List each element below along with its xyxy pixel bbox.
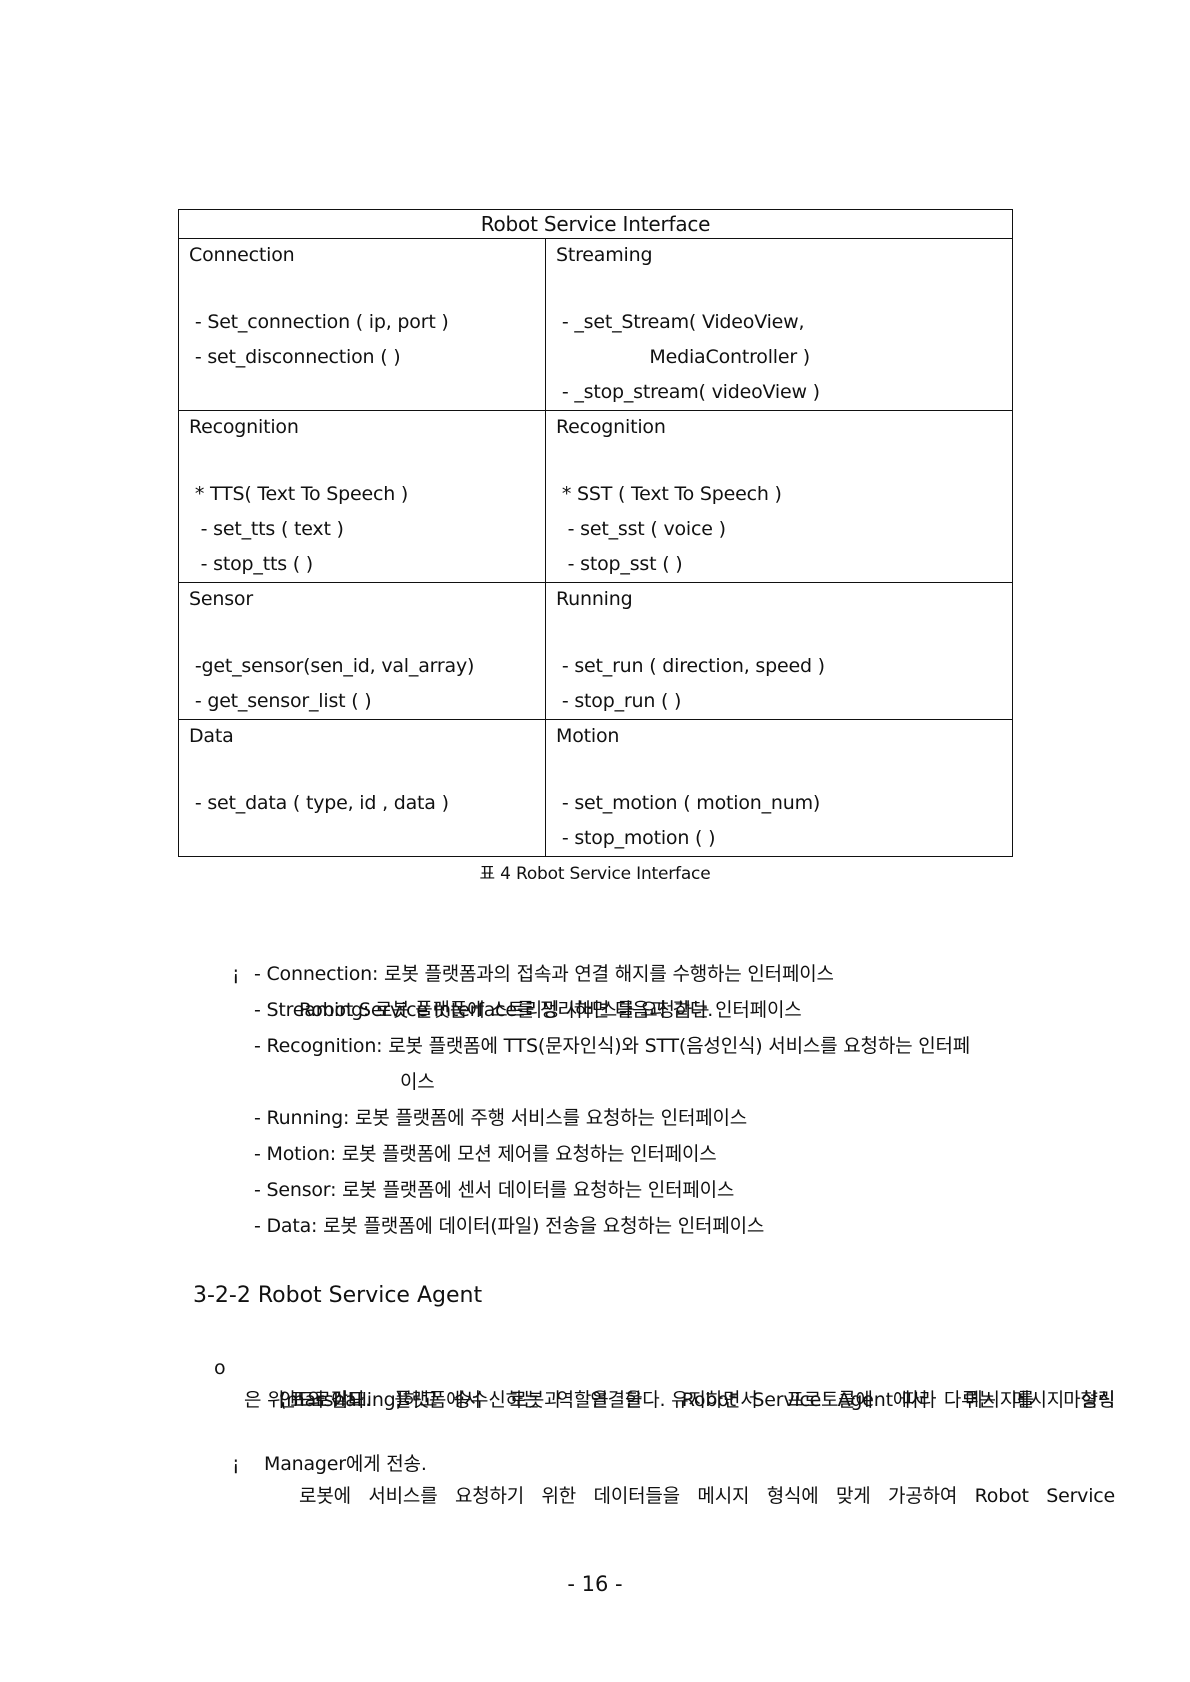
cell-title: Motion [556, 725, 620, 747]
table-row: Data - set_data ( type, id , data ) Moti… [178, 719, 1013, 857]
cell-title: Connection [189, 244, 295, 266]
list-item: - Motion: 로봇 플랫폼에 모션 제어를 요청하는 인터페이스 [254, 1143, 717, 1165]
document-page: Robot Service Interface Connection - Set… [0, 0, 1190, 1682]
cell-line: -get_sensor(sen_id, val_array) [189, 655, 475, 677]
cell-line: - get_sensor_list ( ) [189, 690, 372, 712]
cell-line: - set_sst ( voice ) [556, 518, 726, 540]
list-item-continuation: 이스 [400, 1071, 435, 1093]
table-cell-data: Data - set_data ( type, id , data ) [178, 719, 546, 857]
cell-title: Data [189, 725, 234, 747]
list-item: - Recognition: 로봇 플랫폼에 TTS(문자인식)와 STT(음성… [254, 1035, 971, 1057]
table-cell-motion: Motion - set_motion ( motion_num) - stop… [545, 719, 1013, 857]
list-item: - Running: 로봇 플랫폼에 주행 서비스를 요청하는 인터페이스 [254, 1107, 748, 1129]
cell-line: - stop_run ( ) [556, 690, 682, 712]
section-heading: 3-2-2 Robot Service Agent [193, 1283, 483, 1308]
paragraph-line: Manager에게 전송. [264, 1453, 427, 1475]
cell-title: Recognition [556, 416, 666, 438]
table-row: Connection - Set_connection ( ip, port )… [178, 238, 1013, 411]
table-cell-sensor: Sensor -get_sensor(sen_id, val_array) - … [178, 582, 546, 720]
table-title: Robot Service Interface [178, 209, 1013, 239]
cell-title: Sensor [189, 588, 253, 610]
page-number: - 16 - [567, 1572, 623, 1596]
table-cell-recognition-tts: Recognition * TTS( Text To Speech ) - se… [178, 410, 546, 583]
interface-summary-list: ¡ Robot Service Interface를 정리하면 다음과 같다. … [232, 920, 1092, 1244]
robot-service-interface-table: Robot Service Interface Connection - Set… [178, 209, 1013, 857]
table-row: Sensor -get_sensor(sen_id, val_array) - … [178, 582, 1013, 720]
cell-line: - stop_sst ( ) [556, 553, 683, 575]
cell-line: - Set_connection ( ip, port ) [189, 311, 449, 333]
list-item: - Streaming: 로봇 플랫폼에 스트리밍 서비스를 요청하는 인터페이… [254, 999, 802, 1021]
paragraph-line: 은 위 표와 같다. [244, 1389, 372, 1411]
cell-line: - _stop_stream( videoView ) [556, 381, 820, 403]
table-cell-recognition-sst: Recognition * SST ( Text To Speech ) - s… [545, 410, 1013, 583]
cell-line: - set_tts ( text ) [189, 518, 344, 540]
cell-line: - _set_Stream( VideoView, [556, 311, 805, 333]
cell-line: - set_motion ( motion_num) [556, 792, 821, 814]
paragraph-line: (marshalling)하고 송수신하는 역할을 한다. Robot Serv… [279, 1389, 1116, 1411]
table-row: Recognition * TTS( Text To Speech ) - se… [178, 410, 1013, 583]
list-item: - Data: 로봇 플랫폼에 데이터(파일) 전송을 요청하는 인터페이스 [254, 1215, 765, 1237]
cell-title: Recognition [189, 416, 299, 438]
cell-line: * SST ( Text To Speech ) [556, 483, 782, 505]
table-cell-connection: Connection - Set_connection ( ip, port )… [178, 238, 546, 411]
paragraph-line: ¡ 로봇에 서비스를 요청하기 위한 데이터들을 메시지 형식에 맞게 가공하여… [212, 1416, 1115, 1507]
table-cell-streaming: Streaming - _set_Stream( VideoView, Medi… [545, 238, 1013, 411]
cell-line: - set_data ( type, id , data ) [189, 792, 449, 814]
cell-line: * TTS( Text To Speech ) [189, 483, 409, 505]
section-body: o 안드로이드 플랫폼에서 로봇과 연결을 유지하면서 프로토콜에 따라 메시지… [212, 1320, 1116, 1507]
table-cell-running: Running - set_run ( direction, speed ) -… [545, 582, 1013, 720]
table-caption: 표 4 Robot Service Interface [479, 864, 711, 884]
summary-lead: ¡ Robot Service Interface를 정리하면 다음과 같다. [232, 920, 1092, 1021]
list-item: - Sensor: 로봇 플랫폼에 센서 데이터를 요청하는 인터페이스 [254, 1179, 735, 1201]
paragraph-line: o 안드로이드 플랫폼에서 로봇과 연결을 유지하면서 프로토콜에 따라 메시지… [212, 1320, 1115, 1411]
cell-title: Streaming [556, 244, 653, 266]
cell-line: - set_run ( direction, speed ) [556, 655, 825, 677]
cell-line: - stop_tts ( ) [189, 553, 314, 575]
cell-title: Running [556, 588, 633, 610]
list-item: - Connection: 로봇 플랫폼과의 접속과 연결 해지를 수행하는 인… [254, 963, 834, 985]
cell-line: - set_disconnection ( ) [189, 346, 401, 368]
cell-line: MediaController ) [556, 346, 811, 368]
cell-line: - stop_motion ( ) [556, 827, 716, 849]
